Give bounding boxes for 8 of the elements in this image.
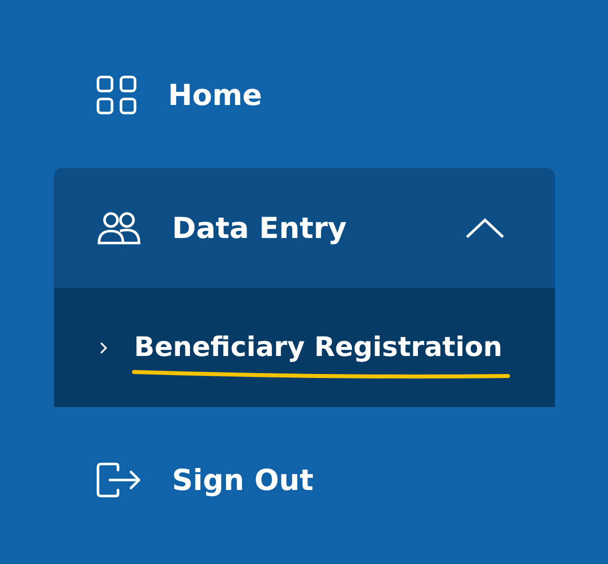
people-icon [96, 210, 142, 246]
sign-out-icon [96, 462, 142, 498]
chevron-icon [100, 342, 108, 354]
nav-item[interactable]: Sign Out [54, 441, 555, 519]
nav-item[interactable]: Data Entry [54, 168, 555, 288]
grid-icon [96, 75, 138, 115]
nav-item[interactable]: Home [54, 56, 555, 134]
chevron-icon [465, 217, 505, 239]
